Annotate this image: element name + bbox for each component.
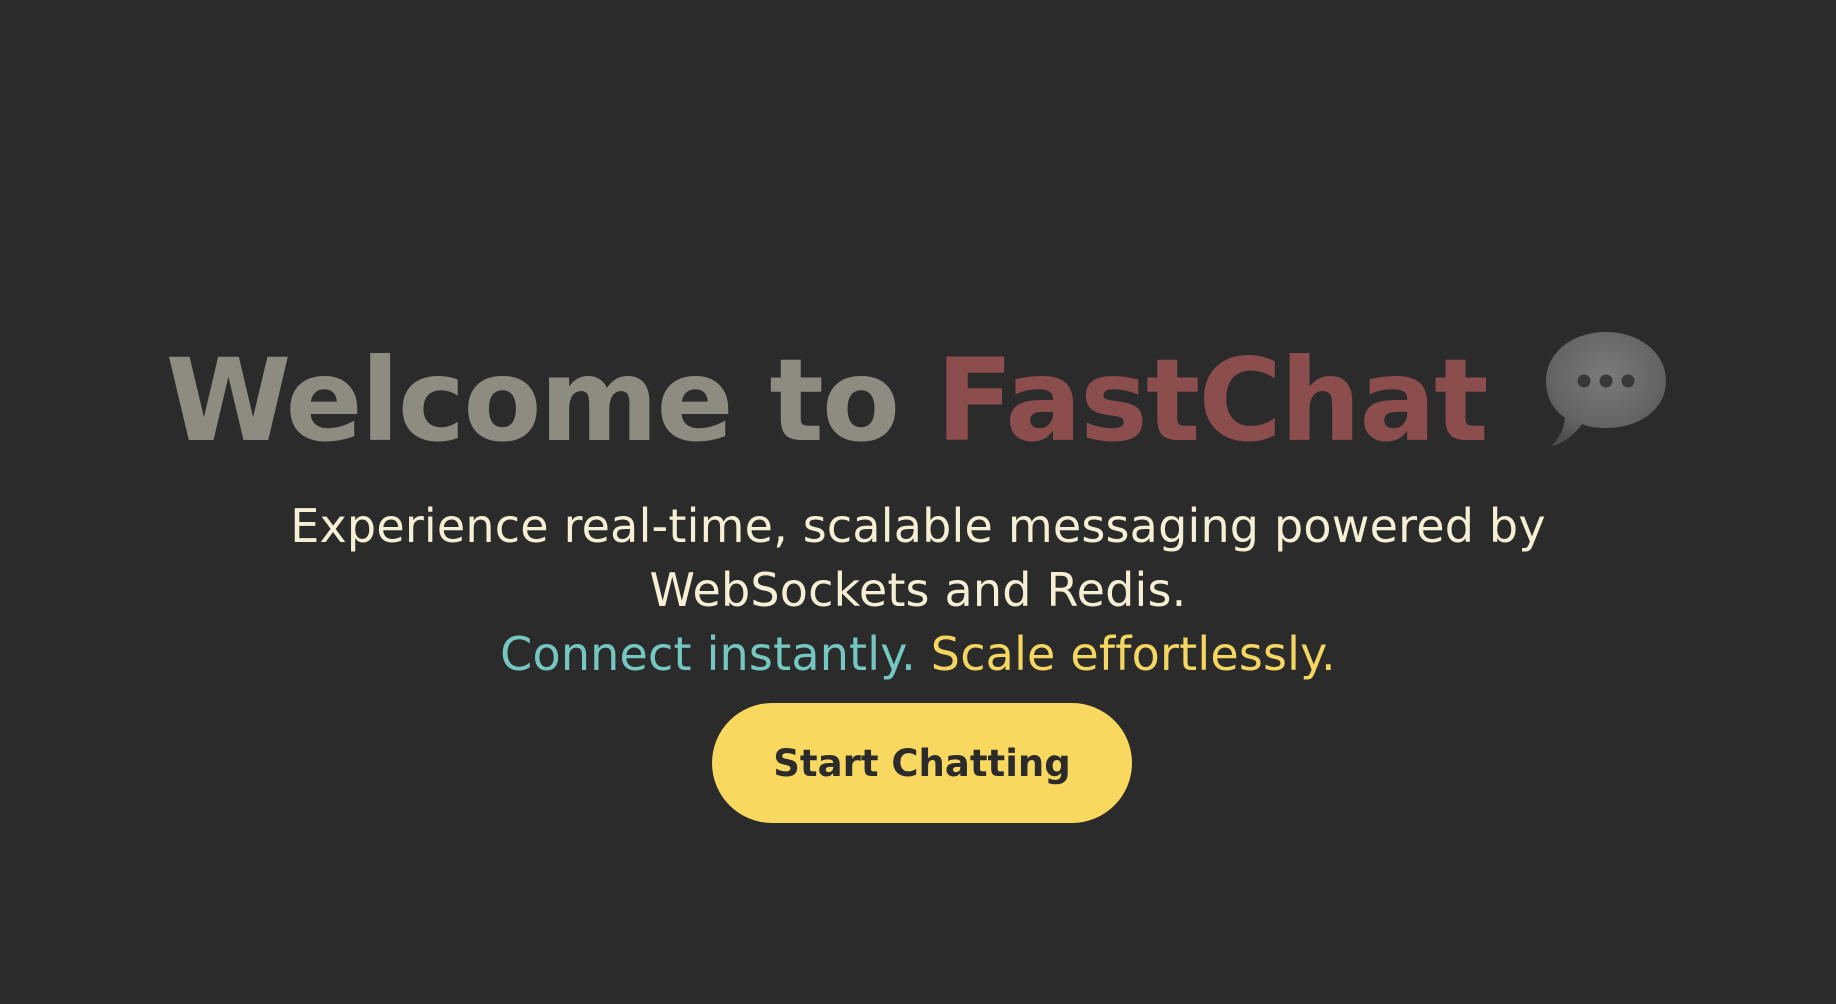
speech-bubble-icon <box>1542 326 1670 450</box>
tagline-connect: Connect instantly. <box>500 627 916 681</box>
hero-section: Welcome to FastChat Experience real-time… <box>0 0 1836 1004</box>
title-prefix: Welcome to <box>165 334 901 468</box>
page-title: Welcome to FastChat <box>0 326 1836 471</box>
hero-description: Experience real-time, scalable messaging… <box>0 494 1836 686</box>
tagline-scale: Scale effortlessly. <box>930 627 1336 681</box>
brand-name: FastChat <box>935 334 1489 468</box>
tagline: Connect instantly. Scale effortlessly. <box>0 622 1836 686</box>
subtitle-line-2: WebSockets and Redis. <box>649 563 1187 617</box>
start-chatting-button[interactable]: Start Chatting <box>712 703 1132 823</box>
subtitle-line-1: Experience real-time, scalable messaging… <box>290 499 1546 553</box>
